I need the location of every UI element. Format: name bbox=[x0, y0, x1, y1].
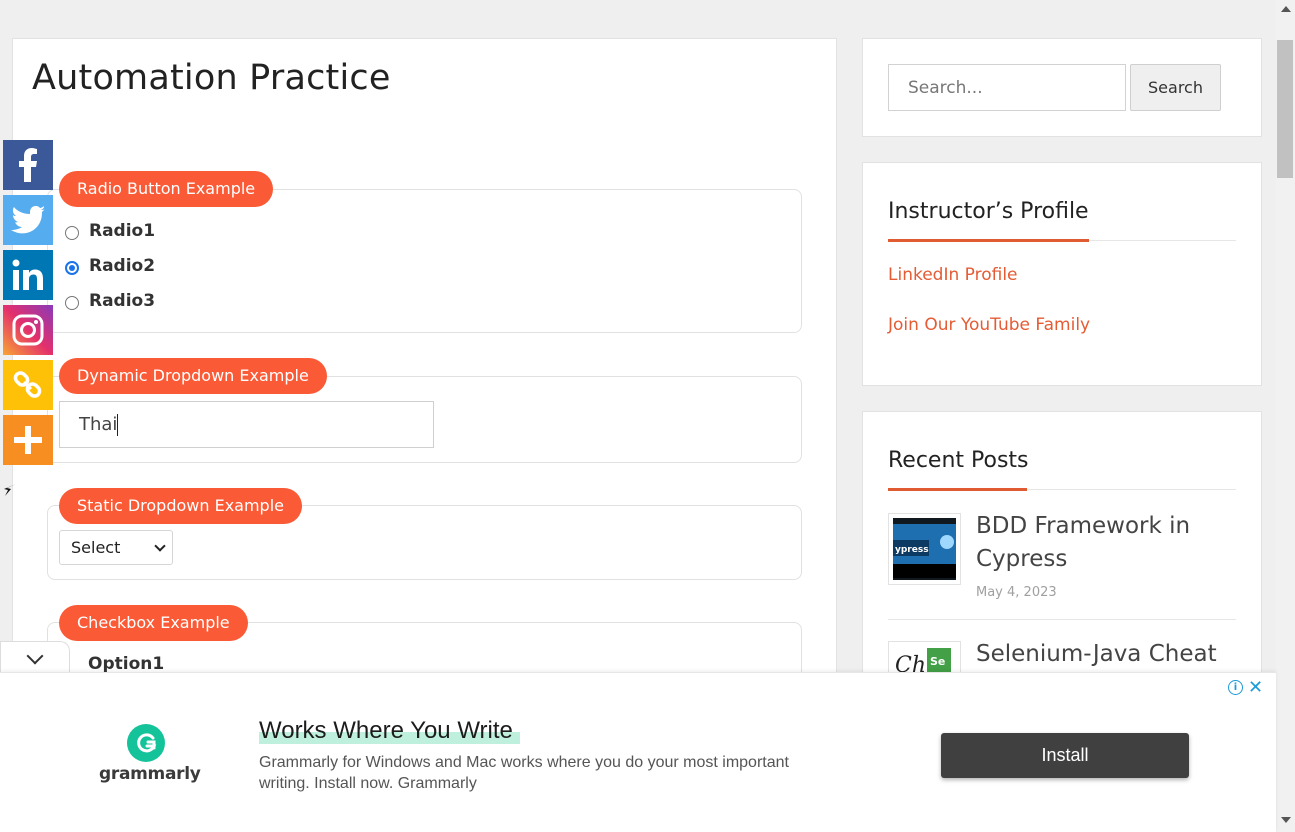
hide-share-bar-icon[interactable] bbox=[4, 482, 16, 499]
link-icon bbox=[13, 371, 42, 398]
twitter-share-button[interactable] bbox=[3, 195, 53, 245]
instagram-icon bbox=[12, 314, 44, 346]
radio-option-3[interactable]: Radio3 bbox=[65, 291, 155, 311]
facebook-icon bbox=[19, 148, 37, 182]
autocomplete-value: Thai bbox=[79, 414, 118, 435]
static-dropdown-select[interactable]: Select bbox=[59, 530, 173, 565]
search-input[interactable]: Search... bbox=[888, 64, 1126, 111]
radio-section-label: Radio Button Example bbox=[59, 171, 274, 207]
radio-label-1: Radio1 bbox=[89, 221, 156, 241]
instructor-profile-title: Instructor’s Profile bbox=[888, 199, 1089, 224]
radio-button-2[interactable] bbox=[65, 261, 79, 275]
radio-button-3[interactable] bbox=[65, 296, 79, 310]
radio-label-2: Radio2 bbox=[89, 256, 156, 276]
chevron-down-icon bbox=[154, 540, 166, 552]
post-thumbnail[interactable]: ypress bbox=[888, 513, 961, 585]
radio-option-2[interactable]: Radio2 bbox=[65, 256, 155, 276]
page-title: Automation Practice bbox=[32, 58, 391, 98]
checkbox-option-1[interactable]: Option1 bbox=[70, 654, 164, 674]
ad-headline[interactable]: Works Where You Write bbox=[259, 717, 513, 745]
autocomplete-input[interactable]: Thai bbox=[59, 401, 434, 448]
static-dropdown-value: Select bbox=[71, 538, 121, 557]
scroll-down-arrow-icon[interactable] bbox=[1281, 817, 1291, 823]
radio-button-section bbox=[47, 189, 802, 333]
scroll-up-arrow-icon[interactable] bbox=[1281, 6, 1291, 12]
copy-link-button[interactable] bbox=[3, 360, 53, 410]
cypress-thumbnail-image: ypress bbox=[893, 518, 956, 580]
post-title-link[interactable]: Selenium-Java Cheat bbox=[976, 638, 1226, 671]
text-caret bbox=[117, 413, 119, 436]
chevron-down-icon bbox=[26, 647, 44, 665]
linkedin-profile-link[interactable]: LinkedIn Profile bbox=[888, 265, 1018, 285]
recent-posts-widget: Recent Posts ypress BDD Framework in Cyp… bbox=[862, 411, 1262, 713]
post-title-link[interactable]: BDD Framework in Cypress bbox=[976, 510, 1226, 576]
install-button[interactable]: Install bbox=[941, 733, 1189, 778]
dynamic-dropdown-label: Dynamic Dropdown Example bbox=[59, 358, 327, 394]
radio-button-1[interactable] bbox=[65, 226, 79, 240]
more-share-button[interactable] bbox=[3, 415, 53, 465]
svg-text:ypress: ypress bbox=[895, 545, 929, 555]
radio-label-3: Radio3 bbox=[89, 291, 156, 311]
ad-collapse-tab[interactable] bbox=[0, 641, 70, 675]
scrollbar-thumb[interactable] bbox=[1277, 40, 1293, 178]
widget-title-underline bbox=[888, 488, 1027, 491]
grammarly-wordmark: grammarly bbox=[99, 764, 201, 784]
ad-info-icon[interactable]: i bbox=[1228, 680, 1243, 695]
recent-posts-title: Recent Posts bbox=[888, 448, 1029, 473]
checkbox-label-1: Option1 bbox=[88, 654, 165, 674]
search-button[interactable]: Search bbox=[1130, 64, 1221, 111]
grammarly-logo-icon bbox=[127, 724, 165, 762]
ad-close-icon[interactable]: ✕ bbox=[1248, 677, 1263, 698]
widget-title-underline bbox=[888, 239, 1089, 242]
checkbox-section-label: Checkbox Example bbox=[59, 605, 248, 641]
svg-text:Se: Se bbox=[930, 655, 945, 668]
post-divider bbox=[888, 619, 1236, 620]
instagram-share-button[interactable] bbox=[3, 305, 53, 355]
static-dropdown-label: Static Dropdown Example bbox=[59, 488, 302, 524]
linkedin-share-button[interactable] bbox=[3, 250, 53, 300]
search-widget: Search... Search bbox=[862, 38, 1262, 137]
twitter-icon bbox=[11, 206, 45, 234]
page: Automation Practice Radio Button Example… bbox=[0, 0, 1295, 832]
post-date: May 4, 2023 bbox=[976, 585, 1057, 600]
instructor-profile-widget: Instructor’s Profile LinkedIn Profile Jo… bbox=[862, 162, 1262, 386]
linkedin-icon bbox=[12, 259, 43, 290]
facebook-share-button[interactable] bbox=[3, 140, 53, 190]
youtube-family-link[interactable]: Join Our YouTube Family bbox=[888, 315, 1090, 335]
plus-icon bbox=[14, 426, 42, 454]
radio-option-1[interactable]: Radio1 bbox=[65, 221, 155, 241]
ad-body-text: Grammarly for Windows and Mac works wher… bbox=[259, 754, 789, 792]
